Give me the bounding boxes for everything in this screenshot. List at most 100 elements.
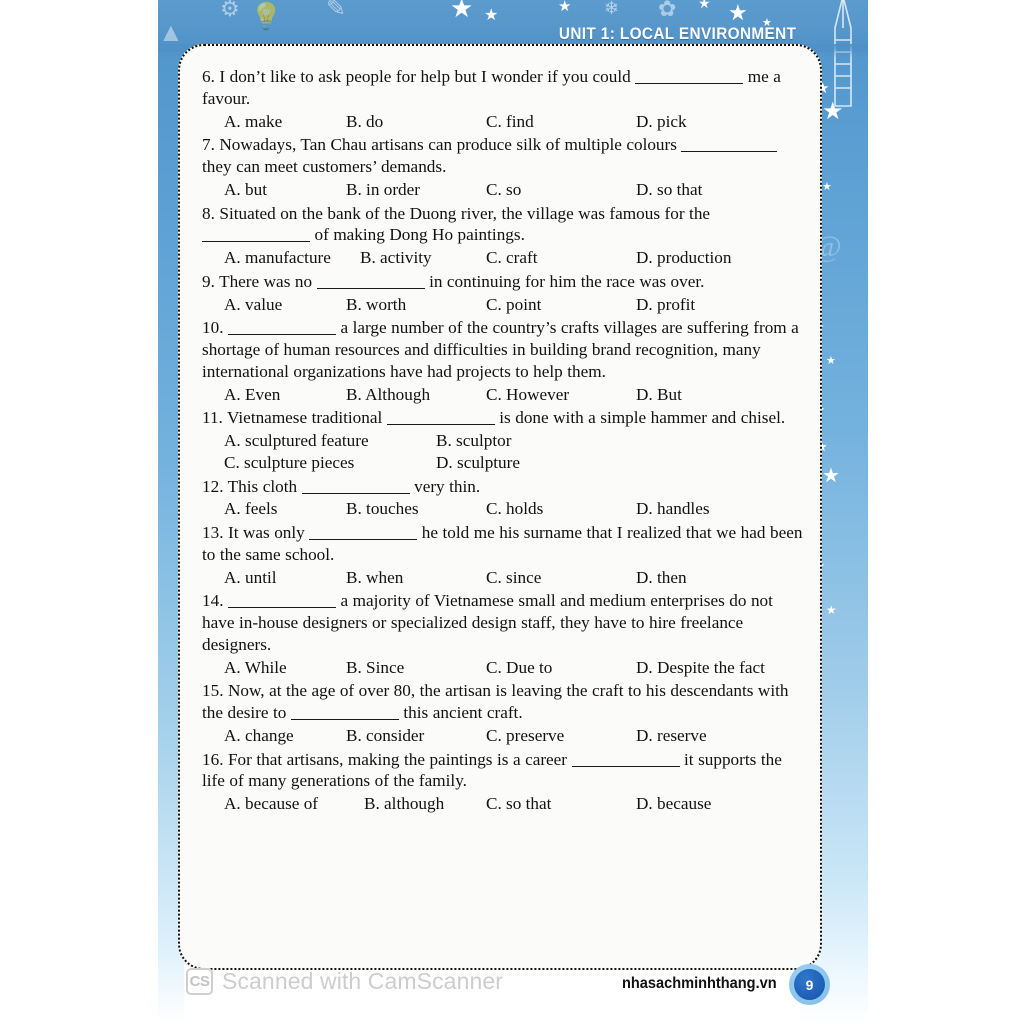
option-c[interactable]: C. However (486, 384, 636, 406)
question-stem-part: this ancient craft. (403, 703, 523, 722)
option-b[interactable]: B. when (346, 567, 486, 589)
question-stem-part: 11. Vietnamese traditional (202, 408, 383, 428)
option-d[interactable]: D. handles (636, 498, 710, 520)
option-b[interactable]: B. do (346, 111, 486, 133)
star-icon: ★ (450, 0, 474, 23)
question-stem-part: 10. (202, 318, 224, 338)
question-stem-part: in-house designers or specialized design… (202, 613, 744, 654)
question-stem: 7. Nowadays, Tan Chau artisans can produ… (202, 134, 806, 178)
option-c[interactable]: C. holds (486, 498, 636, 520)
answer-blank[interactable] (227, 607, 336, 609)
option-d[interactable]: D. reserve (636, 725, 707, 747)
option-b[interactable]: B. sculptor (436, 430, 511, 452)
option-b[interactable]: B. consider (346, 725, 486, 747)
question-stem: 6. I don’t like to ask people for help b… (202, 66, 806, 110)
option-a[interactable]: A. make (224, 111, 346, 133)
question-item: 13. It was only he told me his surname t… (202, 522, 806, 588)
option-d[interactable]: D. sculpture (436, 452, 520, 474)
star-icon: ★ (822, 181, 832, 193)
page-title: UNIT 1: LOCAL ENVIRONMENT (558, 25, 796, 43)
question-stem-part: very thin. (414, 476, 481, 496)
option-d[interactable]: D. because (636, 793, 711, 815)
option-row: A. Even B. Although C. However D. But (202, 384, 806, 406)
answer-blank[interactable] (386, 424, 495, 426)
question-list: 6. I don’t like to ask people for help b… (202, 66, 806, 817)
option-a[interactable]: A. feels (224, 498, 346, 520)
page-margin-right (868, 0, 1024, 1024)
option-d[interactable]: D. then (636, 567, 687, 589)
option-a[interactable]: A. Even (224, 384, 346, 406)
option-d[interactable]: D. Despite the fact (636, 657, 765, 679)
question-stem-part: a large number of the country’s crafts v… (340, 318, 787, 338)
option-b[interactable]: B. in order (346, 179, 486, 201)
option-d[interactable]: D. production (636, 247, 731, 269)
option-row: A. While B. Since C. Due to D. Despite t… (202, 657, 806, 679)
star-icon: ★ (822, 465, 840, 487)
option-a[interactable]: A. change (224, 725, 346, 747)
star-icon: ★ (558, 0, 572, 15)
question-stem-part: 13. It was only (202, 523, 305, 542)
question-stem-part: 12. This cloth (202, 476, 298, 496)
question-item: 7. Nowadays, Tan Chau artisans can produ… (202, 134, 806, 200)
option-a[interactable]: A. sculptured feature (224, 430, 436, 452)
question-item: 8. Situated on the bank of the Duong riv… (202, 203, 806, 269)
publisher-website: nhasachminhthang.vn (622, 975, 777, 992)
option-c[interactable]: C. since (486, 567, 636, 589)
question-stem-part: me (747, 67, 769, 86)
question-stem: 15. Now, at the age of over 80, the arti… (202, 680, 806, 724)
question-stem-part: in continuing for him the race was over. (429, 271, 705, 291)
option-c[interactable]: C. craft (486, 247, 636, 269)
question-item: 11. Vietnamese traditional is done with … (202, 407, 806, 473)
lightbulb-icon: 💡 (250, 2, 283, 31)
option-c[interactable]: C. Due to (486, 657, 636, 679)
option-d[interactable]: D. so that (636, 179, 702, 201)
answer-blank[interactable] (290, 719, 399, 720)
question-item: 9. There was no in continuing for him th… (202, 271, 806, 316)
option-c[interactable]: C. so that (486, 793, 636, 815)
option-a[interactable]: A. but (224, 179, 346, 201)
option-row: A. because of B. although C. so that D. … (202, 793, 806, 815)
option-c[interactable]: C. find (486, 111, 636, 133)
answer-blank[interactable] (635, 83, 744, 84)
question-stem-part: 14. (202, 591, 224, 611)
answer-blank[interactable] (681, 151, 778, 153)
question-stem: 16. For that artisans, making the painti… (202, 749, 806, 793)
option-row: C. sculpture pieces D. sculpture (224, 452, 806, 474)
snowflake-icon: ❄ (604, 0, 620, 18)
option-a[interactable]: A. While (224, 657, 346, 679)
option-b[interactable]: B. worth (346, 294, 486, 316)
answer-blank[interactable] (309, 539, 418, 540)
option-c[interactable]: C. so (486, 179, 636, 201)
leaf-icon: ✿ (658, 0, 677, 21)
question-item: 16. For that artisans, making the painti… (202, 749, 806, 815)
question-item: 10. a large number of the country’s craf… (202, 317, 806, 405)
option-a[interactable]: A. manufacture (224, 247, 360, 269)
page-margin-left (0, 0, 158, 1024)
question-stem-part: 9. There was no (202, 271, 313, 291)
star-icon: ★ (826, 355, 836, 367)
option-a[interactable]: A. until (224, 567, 346, 589)
option-d[interactable]: D. pick (636, 111, 687, 133)
answer-blank[interactable] (316, 287, 425, 289)
option-b[interactable]: B. activity (360, 247, 486, 269)
question-item: 15. Now, at the age of over 80, the arti… (202, 680, 806, 746)
option-b[interactable]: B. although (364, 793, 486, 815)
option-a[interactable]: A. because of (224, 793, 364, 815)
option-row: A. make B. do C. find D. pick (202, 111, 806, 133)
answer-blank[interactable] (301, 492, 410, 494)
option-d[interactable]: D. But (636, 384, 682, 406)
option-b[interactable]: B. touches (346, 498, 486, 520)
answer-blank[interactable] (227, 334, 336, 336)
option-b[interactable]: B. Since (346, 657, 486, 679)
option-d[interactable]: D. profit (636, 294, 695, 316)
option-b[interactable]: B. Although (346, 384, 486, 406)
option-c[interactable]: C. sculpture pieces (224, 452, 436, 474)
option-c[interactable]: C. preserve (486, 725, 636, 747)
answer-blank[interactable] (571, 765, 680, 767)
answer-blank[interactable] (202, 241, 310, 243)
question-stem: 12. This cloth very thin. (202, 476, 806, 498)
option-c[interactable]: C. point (486, 294, 636, 316)
option-row: A. feels B. touches C. holds D. handles (202, 498, 806, 520)
question-stem-part: 7. Nowadays, Tan Chau artisans can produ… (202, 135, 677, 155)
option-a[interactable]: A. value (224, 294, 346, 316)
